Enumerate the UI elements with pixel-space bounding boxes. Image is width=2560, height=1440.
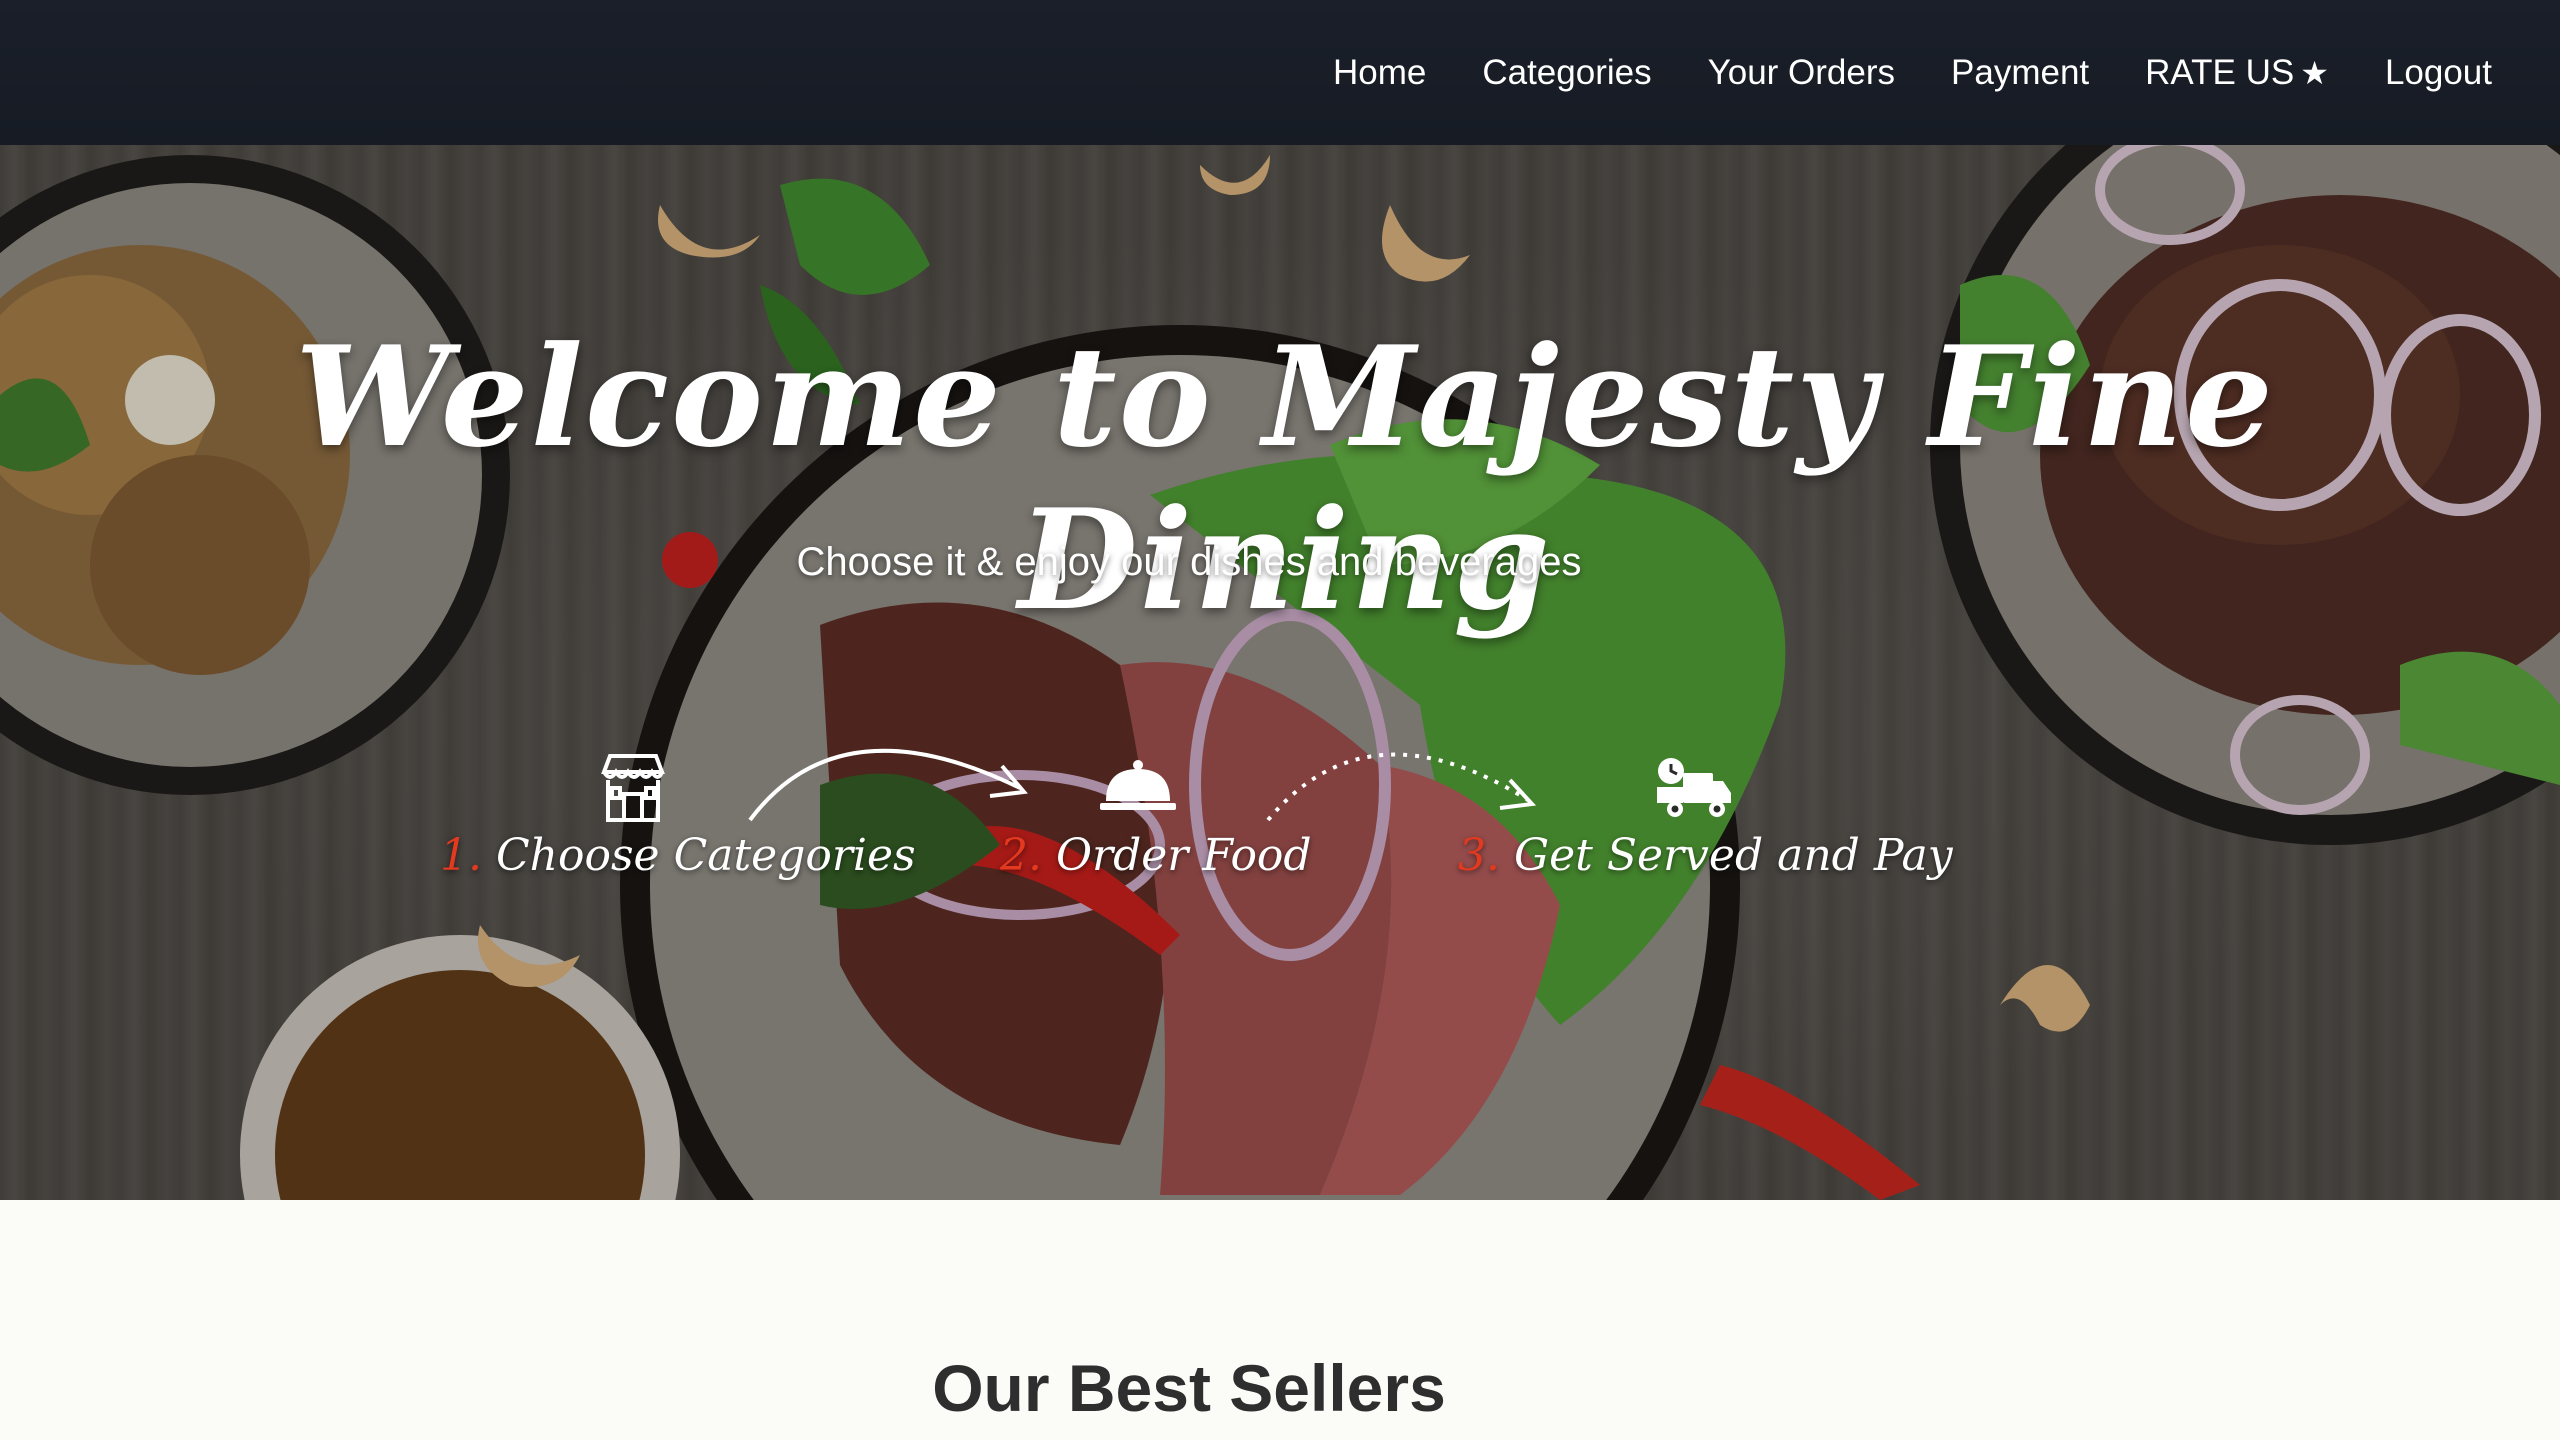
best-sellers-heading: Our Best Sellers: [932, 1351, 1446, 1425]
step-label: Order Food: [1055, 830, 1312, 881]
step-number: 1.: [440, 830, 482, 881]
nav-rate-us-link[interactable]: RATE US ★: [2117, 53, 2357, 93]
store-icon: [601, 754, 665, 822]
hero-subtitle: Choose it & enjoy our dishes and beverag…: [796, 540, 1582, 584]
nav-home-link[interactable]: Home: [1305, 53, 1454, 93]
nav-logout-link[interactable]: Logout: [2357, 53, 2520, 93]
nav-payment-link[interactable]: Payment: [1923, 53, 2117, 93]
star-icon: ★: [2300, 54, 2329, 91]
step-number: 3.: [1458, 830, 1500, 881]
step-number: 2.: [1000, 830, 1042, 881]
step-get-served-and-pay: 3. Get Served and Pay: [1458, 830, 1953, 881]
step-label: Choose Categories: [495, 830, 916, 881]
nav-links: Home Categories Your Orders Payment RATE…: [1305, 0, 2520, 145]
nav-categories-link[interactable]: Categories: [1454, 53, 1679, 93]
dotted-arrow-icon: [1266, 752, 1537, 822]
step-label: Get Served and Pay: [1513, 830, 1953, 881]
rate-us-label: RATE US: [2145, 52, 2295, 92]
hero-title: Welcome to Majesty Fine Dining: [295, 315, 2275, 641]
curved-arrow-icon: [748, 748, 1028, 822]
food-cloche-icon: [1100, 760, 1176, 810]
nav-your-orders-link[interactable]: Your Orders: [1680, 53, 1923, 93]
top-navbar: Home Categories Your Orders Payment RATE…: [0, 0, 2560, 145]
step-order-food: 2. Order Food: [1000, 830, 1312, 881]
hero-banner: Welcome to Majesty Fine Dining Choose it…: [0, 145, 2560, 1200]
hero-overlay: [0, 145, 2560, 1200]
delivery-truck-icon: [1657, 758, 1731, 817]
best-sellers-section: Our Best Sellers: [0, 1200, 2560, 1440]
step-choose-categories: 1. Choose Categories: [440, 830, 916, 881]
